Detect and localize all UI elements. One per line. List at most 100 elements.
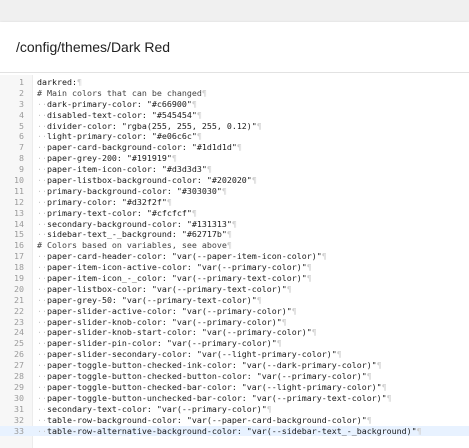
line-number: 7 — [19, 142, 24, 153]
code-line[interactable]: 29 ··paper-toggle-button-checked-bar-colo… — [0, 382, 469, 393]
whitespace-marker: ·· — [37, 262, 47, 273]
code-line[interactable]: 2 # Main colors that can be changed¶ — [0, 88, 469, 99]
whitespace-marker: ·· — [37, 164, 47, 175]
code-line[interactable]: 21 ··paper-grey-50: "var(--primary-text-c… — [0, 295, 469, 306]
code-line[interactable]: 27 ··paper-toggle-button-checked-ink-colo… — [0, 360, 469, 371]
end-of-line-marker: ¶ — [286, 283, 292, 294]
line-content: dark-primary-color: "#c66900" — [47, 98, 192, 109]
end-of-line-marker: ¶ — [366, 371, 372, 382]
line-content: paper-slider-knob-start-color: "var(--pr… — [47, 327, 312, 338]
line-content: paper-listbox-color: "var(--primary-text… — [47, 283, 287, 294]
code-line[interactable]: 18 ··paper-item-icon-active-color: "var(-… — [0, 262, 469, 273]
line-text: ··dark-primary-color: "#c66900"¶ — [37, 99, 197, 110]
line-content: paper-toggle-button-unchecked-bar-color:… — [47, 392, 387, 403]
code-line[interactable]: 10 ··paper-listbox-background-color: "#20… — [0, 175, 469, 186]
line-content: paper-item-icon-color: "#d3d3d3" — [47, 164, 207, 175]
line-content: primary-color: "#d32f2f" — [47, 196, 167, 207]
line-text: ··table-row-background-color: "var(--pap… — [37, 415, 372, 426]
line-text: ··paper-slider-pin-color: "var(--primary… — [37, 338, 282, 349]
line-number: 5 — [19, 120, 24, 131]
file-path: /config/themes/Dark Red — [16, 39, 171, 55]
code-line[interactable]: 1 darkred:¶ — [0, 77, 469, 88]
code-editor[interactable]: 1 darkred:¶ 2 # Main colors that can be cha… — [0, 75, 469, 448]
code-line[interactable]: 7 ··paper-card-background-color: "#1d1d1d… — [0, 142, 469, 153]
code-line[interactable]: 23 ··paper-slider-knob-color: "var(--prim… — [0, 317, 469, 328]
line-number: 25 — [14, 338, 24, 349]
code-line[interactable]: 3 ··dark-primary-color: "#c66900"¶ — [0, 99, 469, 110]
code-line[interactable]: 14 ··secondary-background-color: "#131313… — [0, 219, 469, 230]
code-line[interactable]: 12 ··primary-color: "#d32f2f"¶ — [0, 197, 469, 208]
whitespace-marker: ·· — [37, 360, 47, 371]
line-content: primary-text-color: "#cfcfcf" — [47, 207, 192, 218]
whitespace-marker: ·· — [37, 316, 47, 327]
end-of-line-marker: ¶ — [196, 109, 202, 120]
end-of-line-marker: ¶ — [171, 153, 177, 164]
code-line[interactable]: 22 ··paper-slider-active-color: "var(--pr… — [0, 306, 469, 317]
line-text: ··paper-grey-200: "#191919"¶ — [37, 153, 177, 164]
line-content: secondary-background-color: "#131313" — [47, 218, 232, 229]
line-number: 32 — [14, 414, 24, 425]
line-text: ··table-row-alternative-background-color… — [37, 426, 422, 437]
line-number: 18 — [14, 262, 24, 273]
whitespace-marker: ·· — [37, 175, 47, 186]
line-text: # Main colors that can be changed¶ — [37, 88, 207, 99]
end-of-line-marker: ¶ — [191, 98, 197, 109]
code-line[interactable]: 32 ··table-row-background-color: "var(--p… — [0, 415, 469, 426]
line-text: ··paper-slider-active-color: "var(--prim… — [37, 306, 297, 317]
line-text: ··sidebar-text_-_background: "#62717b"¶ — [37, 229, 232, 240]
end-of-line-marker: ¶ — [311, 327, 317, 338]
whitespace-marker: ·· — [37, 371, 47, 382]
line-number: 23 — [14, 316, 24, 327]
code-line[interactable]: 24 ··paper-slider-knob-start-color: "var(… — [0, 327, 469, 338]
line-content: light-primary-color: "#e06c6c" — [47, 131, 197, 142]
end-of-line-marker: ¶ — [166, 196, 172, 207]
whitespace-marker: ·· — [37, 425, 47, 436]
code-line[interactable]: 8 ··paper-grey-200: "#191919"¶ — [0, 153, 469, 164]
code-line[interactable]: 9 ··paper-item-icon-color: "#d3d3d3"¶ — [0, 164, 469, 175]
line-text: ··light-primary-color: "#e06c6c"¶ — [37, 131, 202, 142]
code-line[interactable]: 31 ··secondary-text-color: "var(--primary… — [0, 404, 469, 415]
whitespace-marker: ·· — [37, 185, 47, 196]
end-of-line-marker: ¶ — [236, 142, 242, 153]
code-line[interactable]: 25 ··paper-slider-pin-color: "var(--prima… — [0, 338, 469, 349]
code-line[interactable]: 33 ··table-row-alternative-background-col… — [0, 425, 469, 437]
line-number: 26 — [14, 349, 24, 360]
end-of-line-marker: ¶ — [291, 305, 297, 316]
end-of-line-marker: ¶ — [381, 381, 387, 392]
end-of-line-marker: ¶ — [321, 251, 327, 262]
end-of-line-marker: ¶ — [231, 218, 237, 229]
whitespace-marker: ·· — [37, 305, 47, 316]
end-of-line-marker: ¶ — [191, 207, 197, 218]
whitespace-marker: ·· — [37, 131, 47, 142]
line-content: primary-background-color: "#303030" — [47, 185, 222, 196]
line-text: ··paper-toggle-button-checked-bar-color:… — [37, 382, 387, 393]
code-line[interactable]: 4 ··disabled-text-color: "#545454"¶ — [0, 110, 469, 121]
code-line[interactable]: 16 # Colors based on variables, see above… — [0, 240, 469, 251]
code-line[interactable]: 28 ··paper-toggle-button-checked-button-c… — [0, 371, 469, 382]
code-line[interactable]: 20 ··paper-listbox-color: "var(--primary-… — [0, 284, 469, 295]
end-of-line-marker: ¶ — [221, 185, 227, 196]
line-text: ··primary-color: "#d32f2f"¶ — [37, 197, 172, 208]
code-line[interactable]: 13 ··primary-text-color: "#cfcfcf"¶ — [0, 208, 469, 219]
line-number: 10 — [14, 175, 24, 186]
end-of-line-marker: ¶ — [336, 349, 342, 360]
end-of-line-marker: ¶ — [206, 164, 212, 175]
code-line[interactable]: 5 ··divider-color: "rgba(255, 255, 255, 0… — [0, 121, 469, 132]
line-content: paper-listbox-background-color: "#202020… — [47, 175, 252, 186]
code-line[interactable]: 6 ··light-primary-color: "#e06c6c"¶ — [0, 131, 469, 142]
line-number: 20 — [14, 283, 24, 294]
code-line[interactable]: 26 ··paper-slider-secondary-color: "var(-… — [0, 349, 469, 360]
code-line[interactable]: 11 ··primary-background-color: "#303030"¶ — [0, 186, 469, 197]
line-number: 21 — [14, 294, 24, 305]
file-editor-card: /config/themes/Dark Red 1 darkred:¶ 2 # Mai… — [0, 22, 469, 448]
line-number: 27 — [14, 360, 24, 371]
line-content: # Main colors that can be changed — [37, 87, 202, 98]
code-line[interactable]: 15 ··sidebar-text_-_background: "#62717b"… — [0, 229, 469, 240]
line-content: sidebar-text_-_background: "#62717b" — [47, 229, 227, 240]
code-line[interactable]: 17 ··paper-card-header-color: "var(--pape… — [0, 251, 469, 262]
whitespace-marker: ·· — [37, 338, 47, 349]
line-text: ··paper-toggle-button-checked-button-col… — [37, 371, 372, 382]
code-line[interactable]: 30 ··paper-toggle-button-unchecked-bar-co… — [0, 393, 469, 404]
code-line[interactable]: 19 ··paper-item-icon_-_color: "var(--prim… — [0, 273, 469, 284]
whitespace-marker: ·· — [37, 283, 47, 294]
